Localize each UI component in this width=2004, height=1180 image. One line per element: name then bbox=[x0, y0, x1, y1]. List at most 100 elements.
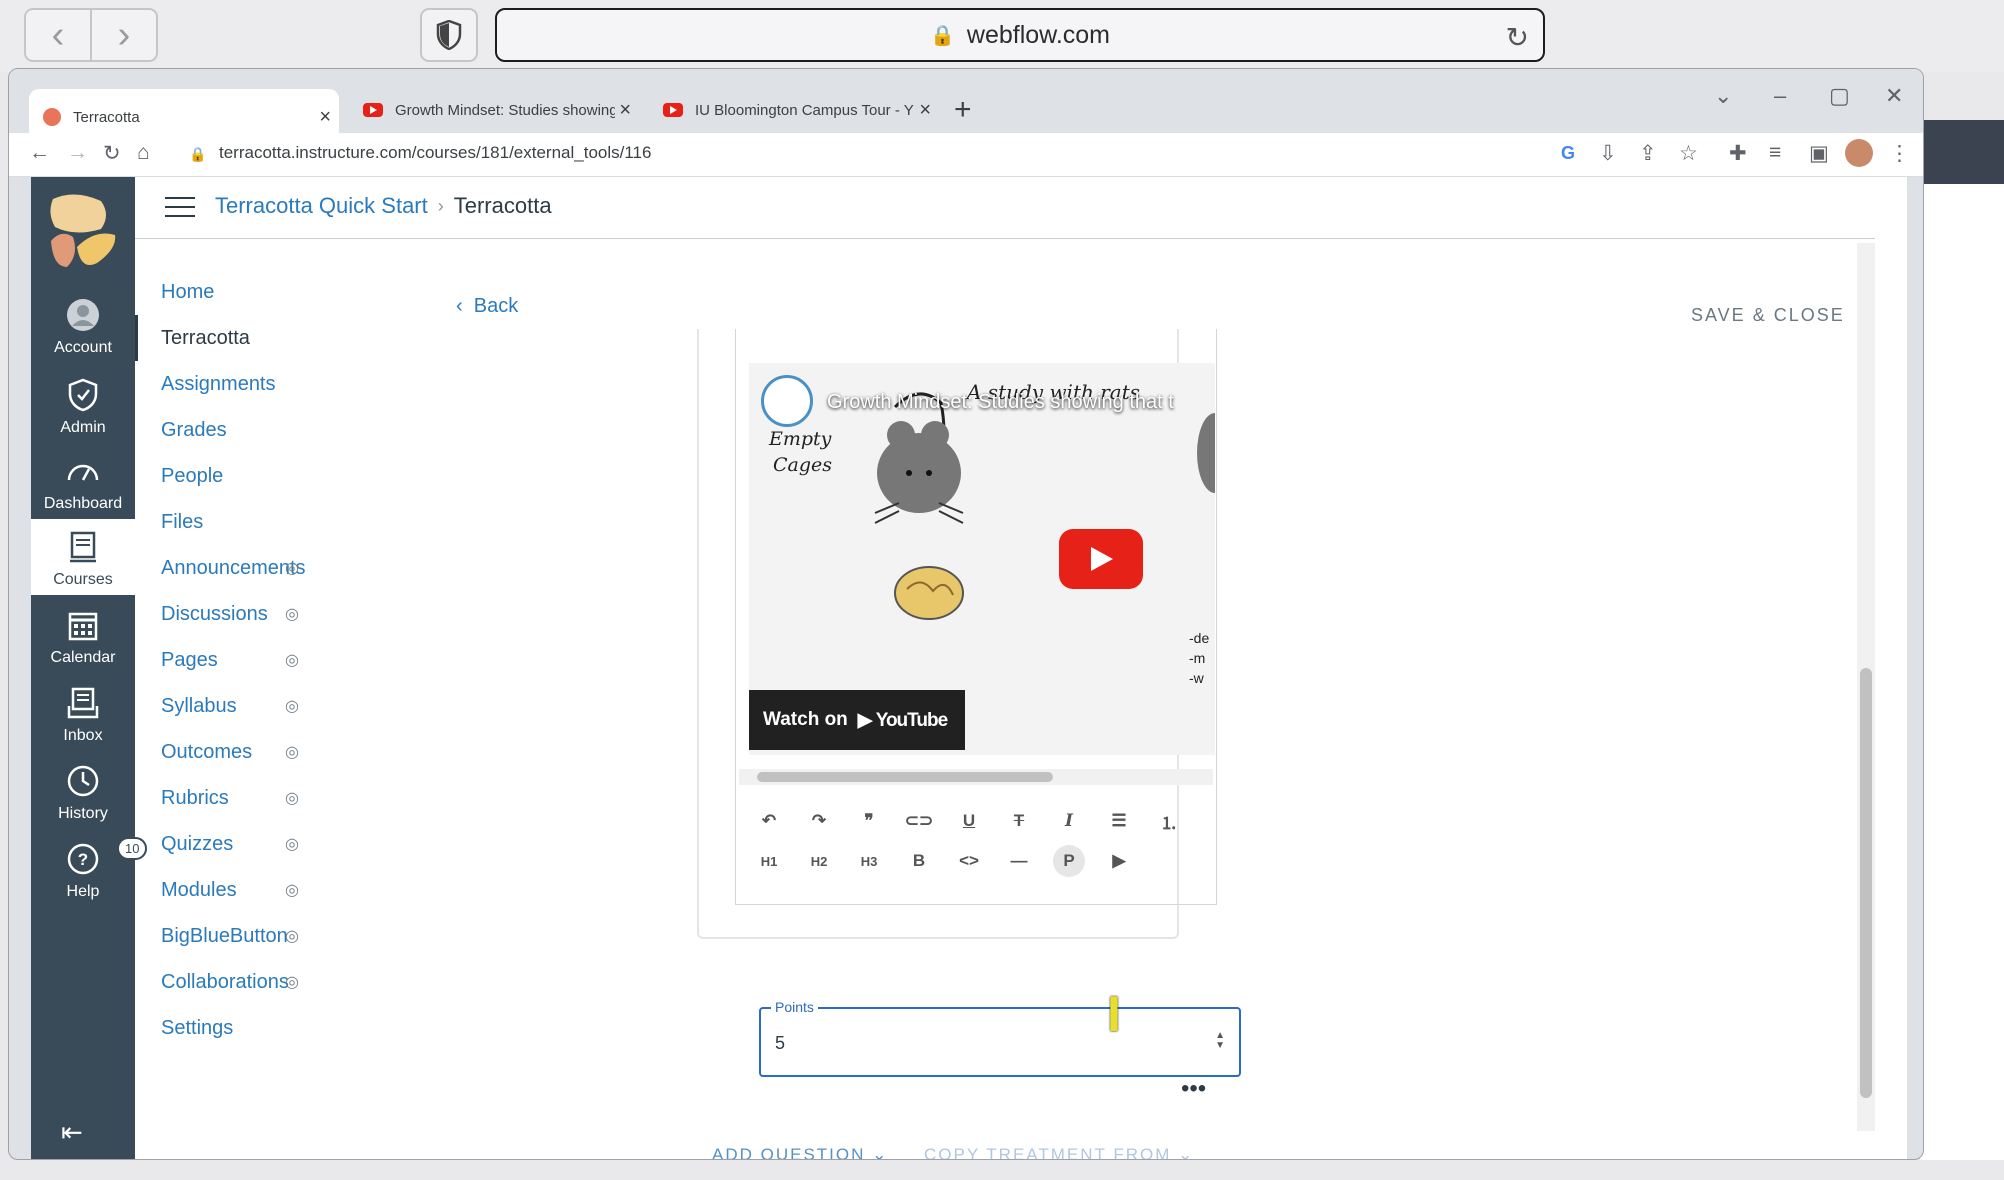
underline-icon[interactable]: U bbox=[953, 805, 985, 837]
stepper-arrows-icon[interactable]: ▲ ▼ bbox=[1215, 1031, 1225, 1051]
horizontal-rule-icon[interactable]: — bbox=[1003, 845, 1035, 877]
copy-treatment-button[interactable]: COPY TREATMENT FROM ⌄ bbox=[924, 1145, 1194, 1159]
points-field[interactable]: Points 5 ▲ ▼ bbox=[759, 999, 1241, 1077]
bold-icon[interactable]: B bbox=[903, 845, 935, 877]
course-nav-files[interactable]: Files bbox=[135, 499, 335, 545]
channel-avatar-icon[interactable] bbox=[761, 375, 813, 427]
page-scrollbar[interactable] bbox=[1857, 243, 1875, 1131]
course-nav-collaborations[interactable]: Collaborations ◎ bbox=[135, 959, 335, 1005]
breadcrumb-chevron-icon: › bbox=[437, 195, 444, 216]
strikethrough-icon[interactable]: T bbox=[1003, 805, 1035, 837]
course-nav-assignments[interactable]: Assignments bbox=[135, 361, 335, 407]
youtube-play-button[interactable] bbox=[1059, 529, 1143, 589]
italic-icon[interactable]: I bbox=[1053, 805, 1085, 837]
close-window-button[interactable]: ✕ bbox=[1885, 83, 1903, 109]
course-nav-people[interactable]: People bbox=[135, 453, 335, 499]
course-nav-quizzes[interactable]: Quizzes ◎ bbox=[135, 821, 335, 867]
safari-url-bar[interactable]: 🔒 webflow.com ↻ bbox=[495, 8, 1545, 62]
course-nav-announcements[interactable]: Announcements ◎ bbox=[135, 545, 335, 591]
blockquote-icon[interactable]: ❞ bbox=[853, 805, 885, 837]
global-nav-help[interactable]: ? 10 Help bbox=[31, 831, 148, 907]
course-nav-syllabus[interactable]: Syllabus ◎ bbox=[135, 683, 335, 729]
side-panel-icon[interactable]: ▣ bbox=[1809, 141, 1829, 166]
course-nav-bigbluebutton[interactable]: BigBlueButton ◎ bbox=[135, 913, 335, 959]
tab-growth-mindset[interactable]: Growth Mindset: Studies showing × bbox=[349, 89, 639, 131]
hamburger-menu-icon[interactable] bbox=[165, 197, 195, 219]
add-question-button[interactable]: ADD QUESTION ⌄ bbox=[712, 1145, 888, 1159]
course-nav-home[interactable]: Home bbox=[135, 269, 335, 315]
hidden-eye-icon: ◎ bbox=[285, 652, 299, 669]
save-close-button[interactable]: SAVE & CLOSE bbox=[1691, 305, 1845, 326]
course-nav-outcomes[interactable]: Outcomes ◎ bbox=[135, 729, 335, 775]
install-icon[interactable]: ⇩ bbox=[1599, 141, 1617, 166]
bookmark-star-icon[interactable]: ☆ bbox=[1679, 141, 1698, 166]
back-label: Back bbox=[473, 295, 519, 317]
forward-arrow-icon[interactable]: → bbox=[67, 141, 88, 165]
global-nav-dashboard[interactable]: Dashboard bbox=[31, 443, 135, 519]
watch-on-youtube-button[interactable]: Watch on ▶ YouTube bbox=[749, 690, 965, 750]
extensions-icon[interactable]: ✚ bbox=[1729, 141, 1747, 166]
course-nav-discussions[interactable]: Discussions ◎ bbox=[135, 591, 335, 637]
video-title[interactable]: Growth Mindset: Studies showing that t bbox=[827, 391, 1174, 414]
redo-icon[interactable]: ↷ bbox=[803, 805, 835, 837]
google-icon[interactable]: G bbox=[1561, 143, 1575, 164]
code-icon[interactable]: <> bbox=[953, 845, 985, 877]
global-nav-calendar[interactable]: Calendar bbox=[31, 597, 135, 673]
link-icon[interactable]: ⊂⊃ bbox=[903, 805, 935, 837]
share-icon[interactable]: ⇪ bbox=[1639, 141, 1657, 166]
editor-horizontal-scrollbar[interactable] bbox=[739, 769, 1213, 785]
global-nav-history[interactable]: History bbox=[31, 753, 135, 829]
youtube-embed[interactable]: Empty Cages A study with rats -de -m -w Gr… bbox=[749, 363, 1215, 755]
points-value[interactable]: 5 bbox=[775, 1033, 785, 1054]
breadcrumb: Terracotta Quick Start › Terracotta bbox=[215, 193, 552, 219]
tab-title: Terracotta bbox=[73, 108, 140, 126]
numbered-list-icon[interactable]: ⒈ bbox=[1153, 805, 1185, 837]
close-tab-icon[interactable]: × bbox=[919, 99, 931, 122]
collapse-nav-icon[interactable]: ⇤ bbox=[61, 1117, 83, 1148]
profile-avatar[interactable] bbox=[1845, 139, 1873, 167]
bullet-list-icon[interactable]: ☰ bbox=[1103, 805, 1135, 837]
paragraph-icon[interactable]: P bbox=[1053, 845, 1085, 877]
global-nav-account[interactable]: Account bbox=[31, 287, 135, 363]
heading2-button[interactable]: H2 bbox=[803, 845, 835, 877]
dashboard-icon bbox=[63, 451, 103, 491]
course-nav-label: Files bbox=[161, 510, 204, 533]
tab-search-icon[interactable]: ⌄ bbox=[1714, 83, 1732, 109]
course-nav-terracotta[interactable]: Terracotta bbox=[135, 315, 335, 361]
minimize-button[interactable]: – bbox=[1774, 83, 1786, 109]
close-tab-icon[interactable]: × bbox=[319, 106, 331, 129]
url-text[interactable]: terracotta.instructure.com/courses/181/e… bbox=[219, 143, 651, 163]
global-nav-inbox[interactable]: Inbox bbox=[31, 675, 135, 751]
video-embed-icon[interactable]: ▶ bbox=[1103, 845, 1135, 877]
new-tab-button[interactable]: + bbox=[954, 93, 972, 127]
safari-forward-button[interactable]: › bbox=[92, 10, 156, 60]
terracotta-logo-icon[interactable] bbox=[45, 189, 121, 273]
course-nav-pages[interactable]: Pages ◎ bbox=[135, 637, 335, 683]
tab-iu-campus-tour[interactable]: IU Bloomington Campus Tour - Y × bbox=[649, 89, 939, 131]
hidden-eye-icon: ◎ bbox=[285, 606, 299, 623]
global-nav-label: Account bbox=[54, 339, 112, 356]
global-nav-admin[interactable]: Admin bbox=[31, 367, 135, 443]
reading-list-icon[interactable]: ≡ bbox=[1769, 141, 1781, 165]
global-nav-courses[interactable]: Courses bbox=[31, 519, 135, 595]
course-nav-grades[interactable]: Grades bbox=[135, 407, 335, 453]
reload-icon[interactable]: ↻ bbox=[103, 141, 121, 166]
youtube-favicon-icon bbox=[663, 103, 683, 117]
privacy-shield-icon[interactable] bbox=[420, 8, 478, 62]
more-options-icon[interactable]: ••• bbox=[1181, 1075, 1206, 1103]
close-tab-icon[interactable]: × bbox=[619, 99, 631, 122]
heading1-button[interactable]: H1 bbox=[753, 845, 785, 877]
breadcrumb-course-link[interactable]: Terracotta Quick Start bbox=[215, 193, 428, 219]
back-arrow-icon[interactable]: ← bbox=[29, 141, 50, 165]
back-link[interactable]: ‹ Back bbox=[456, 295, 518, 318]
home-icon[interactable]: ⌂ bbox=[137, 141, 150, 165]
menu-kebab-icon[interactable]: ⋮ bbox=[1889, 141, 1910, 166]
course-nav-modules[interactable]: Modules ◎ bbox=[135, 867, 335, 913]
reload-icon[interactable]: ↻ bbox=[1506, 21, 1529, 54]
safari-back-button[interactable]: ‹ bbox=[26, 10, 92, 60]
maximize-button[interactable]: ▢ bbox=[1829, 83, 1850, 109]
course-nav-rubrics[interactable]: Rubrics ◎ bbox=[135, 775, 335, 821]
heading3-button[interactable]: H3 bbox=[853, 845, 885, 877]
undo-icon[interactable]: ↶ bbox=[753, 805, 785, 837]
course-nav-settings[interactable]: Settings bbox=[135, 1005, 335, 1051]
